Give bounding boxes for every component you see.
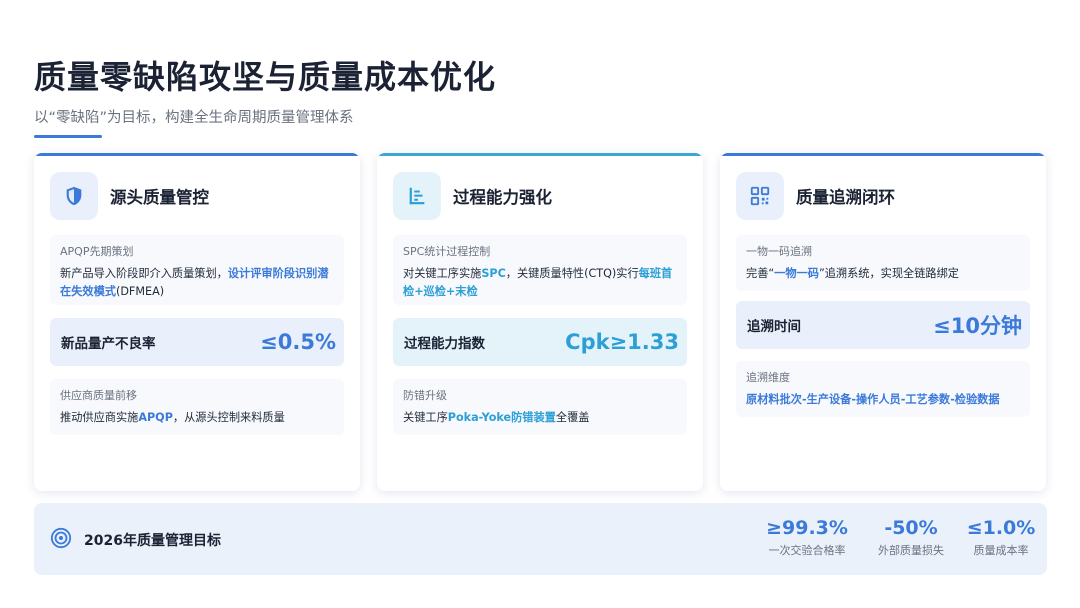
card-header: 过程能力强化 (393, 172, 552, 220)
one-code-block: 一物一码追溯 完善“一物一码”追溯系统，实现全链路绑定 (736, 235, 1030, 291)
metric-value: ≤10分钟 (933, 314, 1022, 338)
apqp-block: APQP先期策划 新产品导入阶段即介入质量策划，设计评审阶段识别潜在失效模式(D… (50, 235, 344, 305)
text-segment: 新产品导入阶段即介入质量策划， (60, 267, 228, 280)
block-label: SPC统计过程控制 (403, 245, 491, 258)
metric-label: 过程能力指数 (404, 336, 485, 352)
text-segment: 完善“ (746, 267, 775, 280)
card-title: 质量追溯闭环 (796, 188, 895, 207)
page-subtitle: 以“零缺陷”为目标，构建全生命周期质量管理体系 (34, 110, 354, 126)
highlight-text: SPC (481, 267, 506, 280)
supplier-block: 供应商质量前移 推动供应商实施APQP，从源头控制来料质量 (50, 379, 344, 435)
highlight-text: 原材料批次-生产设备-操作人员-工艺参数-检验数据 (746, 393, 1000, 406)
highlight-text: APQP (138, 411, 173, 424)
text-segment: (DFMEA) (115, 285, 165, 298)
goal-metric: ≥99.3% 一次交验合格率 (758, 517, 856, 558)
metric-row: 新品量产不良率 ≤0.5% (50, 318, 344, 366)
goal-label: 质量成本率 (973, 544, 1029, 557)
text-segment: ，关键质量特性(CTQ)实行 (505, 267, 639, 280)
text-segment: 关键工序 (403, 411, 448, 424)
block-text: 对关键工序实施SPC，关键质量特性(CTQ)实行每班首检+巡检+末检 (403, 265, 677, 301)
block-text: 原材料批次-生产设备-操作人员-工艺参数-检验数据 (746, 391, 1020, 409)
poka-yoke-block: 防错升级 关键工序Poka-Yoke防错装置全覆盖 (393, 379, 687, 435)
highlight-text: 一物一码 (774, 267, 819, 280)
goals-title: 2026年质量管理目标 (84, 533, 221, 549)
metric-value: ≤0.5% (260, 330, 336, 354)
goal-value: -50% (884, 517, 938, 539)
text-segment: 对关键工序实施 (403, 267, 482, 280)
card-header: 源头质量管控 (50, 172, 209, 220)
text-segment: ”追溯系统，实现全链路绑定 (818, 267, 959, 280)
goals-bar: 2026年质量管理目标 ≥99.3% 一次交验合格率 -50% 外部质量损失 ≤… (34, 503, 1047, 575)
card-topbar (34, 153, 360, 156)
metric-value: Cpk≥1.33 (565, 330, 679, 354)
block-label: 防错升级 (403, 389, 447, 402)
text-segment: 全覆盖 (555, 411, 590, 424)
block-text: 完善“一物一码”追溯系统，实现全链路绑定 (746, 265, 1020, 283)
goal-value: ≥99.3% (766, 517, 848, 539)
block-label: 追溯维度 (746, 371, 790, 384)
spc-block: SPC统计过程控制 对关键工序实施SPC，关键质量特性(CTQ)实行每班首检+巡… (393, 235, 687, 305)
goal-metric: -50% 外部质量损失 (866, 517, 956, 558)
card-title: 源头质量管控 (110, 188, 209, 207)
metric-label: 追溯时间 (747, 319, 801, 335)
goal-label: 一次交验合格率 (768, 544, 846, 557)
title-underline (34, 135, 102, 138)
card-title: 过程能力强化 (453, 188, 552, 207)
highlight-text: Poka-Yoke防错装置 (447, 411, 556, 424)
block-label: 一物一码追溯 (746, 245, 812, 258)
metric-row: 追溯时间 ≤10分钟 (736, 301, 1030, 349)
metric-label: 新品量产不良率 (61, 336, 156, 352)
chart-icon (393, 172, 441, 220)
goal-label: 外部质量损失 (878, 544, 944, 557)
goal-metric: ≤1.0% 质量成本率 (961, 517, 1041, 558)
block-text: 推动供应商实施APQP，从源头控制来料质量 (60, 409, 334, 427)
card-source-quality: 源头质量管控 APQP先期策划 新产品导入阶段即介入质量策划，设计评审阶段识别潜… (34, 153, 360, 491)
metric-row: 过程能力指数 Cpk≥1.33 (393, 318, 687, 366)
block-label: 供应商质量前移 (60, 389, 137, 402)
card-topbar (377, 153, 703, 156)
trace-dimension-block: 追溯维度 原材料批次-生产设备-操作人员-工艺参数-检验数据 (736, 361, 1030, 417)
card-topbar (720, 153, 1046, 156)
cards-row: 源头质量管控 APQP先期策划 新产品导入阶段即介入质量策划，设计评审阶段识别潜… (34, 153, 1047, 491)
goal-value: ≤1.0% (966, 517, 1036, 539)
text-segment: 推动供应商实施 (60, 411, 139, 424)
qrcode-icon (736, 172, 784, 220)
target-icon (50, 527, 72, 549)
card-header: 质量追溯闭环 (736, 172, 895, 220)
shield-icon (50, 172, 98, 220)
card-traceability: 质量追溯闭环 一物一码追溯 完善“一物一码”追溯系统，实现全链路绑定 追溯时间 … (720, 153, 1046, 491)
block-text: 关键工序Poka-Yoke防错装置全覆盖 (403, 409, 677, 427)
page-title: 质量零缺陷攻坚与质量成本优化 (34, 58, 497, 96)
card-process-capability: 过程能力强化 SPC统计过程控制 对关键工序实施SPC，关键质量特性(CTQ)实… (377, 153, 703, 491)
block-text: 新产品导入阶段即介入质量策划，设计评审阶段识别潜在失效模式(DFMEA) (60, 265, 334, 301)
block-label: APQP先期策划 (60, 245, 134, 258)
text-segment: ，从源头控制来料质量 (172, 411, 285, 424)
